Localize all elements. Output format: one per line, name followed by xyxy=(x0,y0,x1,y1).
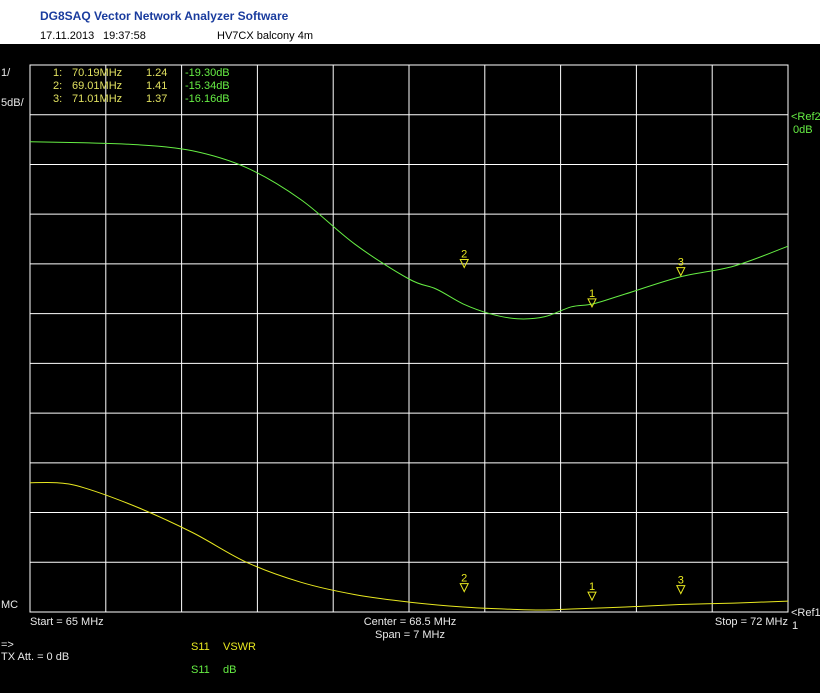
span: Span = 7 MHz xyxy=(375,629,445,641)
marker-1-db-label: 1 xyxy=(589,288,595,300)
trace2-param[interactable]: S11 xyxy=(191,664,210,676)
app-title: DG8SAQ Vector Network Analyzer Software xyxy=(40,9,289,23)
ref2-label: <Ref2 xyxy=(791,111,820,123)
marker-row-db: -16.16dB xyxy=(185,93,230,105)
ref1-label: <Ref1 xyxy=(791,607,820,619)
marker-row-freq: 71.01MHz xyxy=(72,93,122,105)
center-frequency: Center = 68.5 MHz xyxy=(364,616,457,628)
marker-3-vswr-triangle xyxy=(675,585,686,595)
marker-row-db: -15.34dB xyxy=(185,80,230,92)
marker-table: 1: 70.19MHz 1.24 -19.30dB 2: 69.01MHz 1.… xyxy=(53,67,230,105)
markers: 1 1 2 2 3 3 xyxy=(459,248,686,602)
marker-row-index: 1: xyxy=(53,67,62,79)
title-bar: DG8SAQ Vector Network Analyzer Software … xyxy=(0,0,820,44)
marker-3-db-label: 3 xyxy=(678,257,684,269)
arrow-indicator: => xyxy=(1,639,14,651)
measurement-note: HV7CX balcony 4m xyxy=(217,30,313,42)
marker-row-freq: 70.19MHz xyxy=(72,67,122,79)
marker-row-vswr: 1.41 xyxy=(146,80,167,92)
tx-attenuation[interactable]: TX Att. = 0 dB xyxy=(1,651,69,663)
marker-1-vswr-triangle xyxy=(587,591,597,602)
marker-row-index: 3: xyxy=(53,93,62,105)
trace1-param[interactable]: S11 xyxy=(191,641,210,653)
start-frequency: Start = 65 MHz xyxy=(30,616,104,628)
vna-plot[interactable]: 1 1 2 2 3 3 1/ 5dB/ 1: 70.19MHz 1.24 -19.30dB… xyxy=(0,44,820,693)
marker-3-db-triangle xyxy=(675,267,686,277)
trace1-format[interactable]: VSWR xyxy=(223,641,256,653)
marker-row-vswr: 1.24 xyxy=(146,67,167,79)
marker-2-vswr-label: 2 xyxy=(461,573,467,585)
marker-row-db: -19.30dB xyxy=(185,67,230,79)
marker-row-index: 2: xyxy=(53,80,62,92)
marker-2-vswr-triangle xyxy=(459,583,470,593)
ref1-value: 1 xyxy=(792,620,798,632)
scale-line1: 1/ xyxy=(1,67,11,79)
trace2-format[interactable]: dB xyxy=(223,664,236,676)
mc-label: MC xyxy=(1,599,18,611)
marker-row-vswr: 1.37 xyxy=(146,93,167,105)
marker-2-db-label: 2 xyxy=(461,248,467,260)
grid xyxy=(29,64,789,613)
measurement-date: 17.11.2013 xyxy=(40,30,95,42)
scale-line2: 5dB/ xyxy=(1,97,25,109)
marker-row-freq: 69.01MHz xyxy=(72,80,122,92)
stop-frequency: Stop = 72 MHz xyxy=(715,616,788,628)
marker-1-db-triangle xyxy=(587,298,597,308)
measurement-time: 19:37:58 xyxy=(103,30,146,42)
ref2-value: 0dB xyxy=(793,124,813,136)
marker-3-vswr-label: 3 xyxy=(678,575,684,587)
marker-1-vswr-label: 1 xyxy=(589,581,595,593)
